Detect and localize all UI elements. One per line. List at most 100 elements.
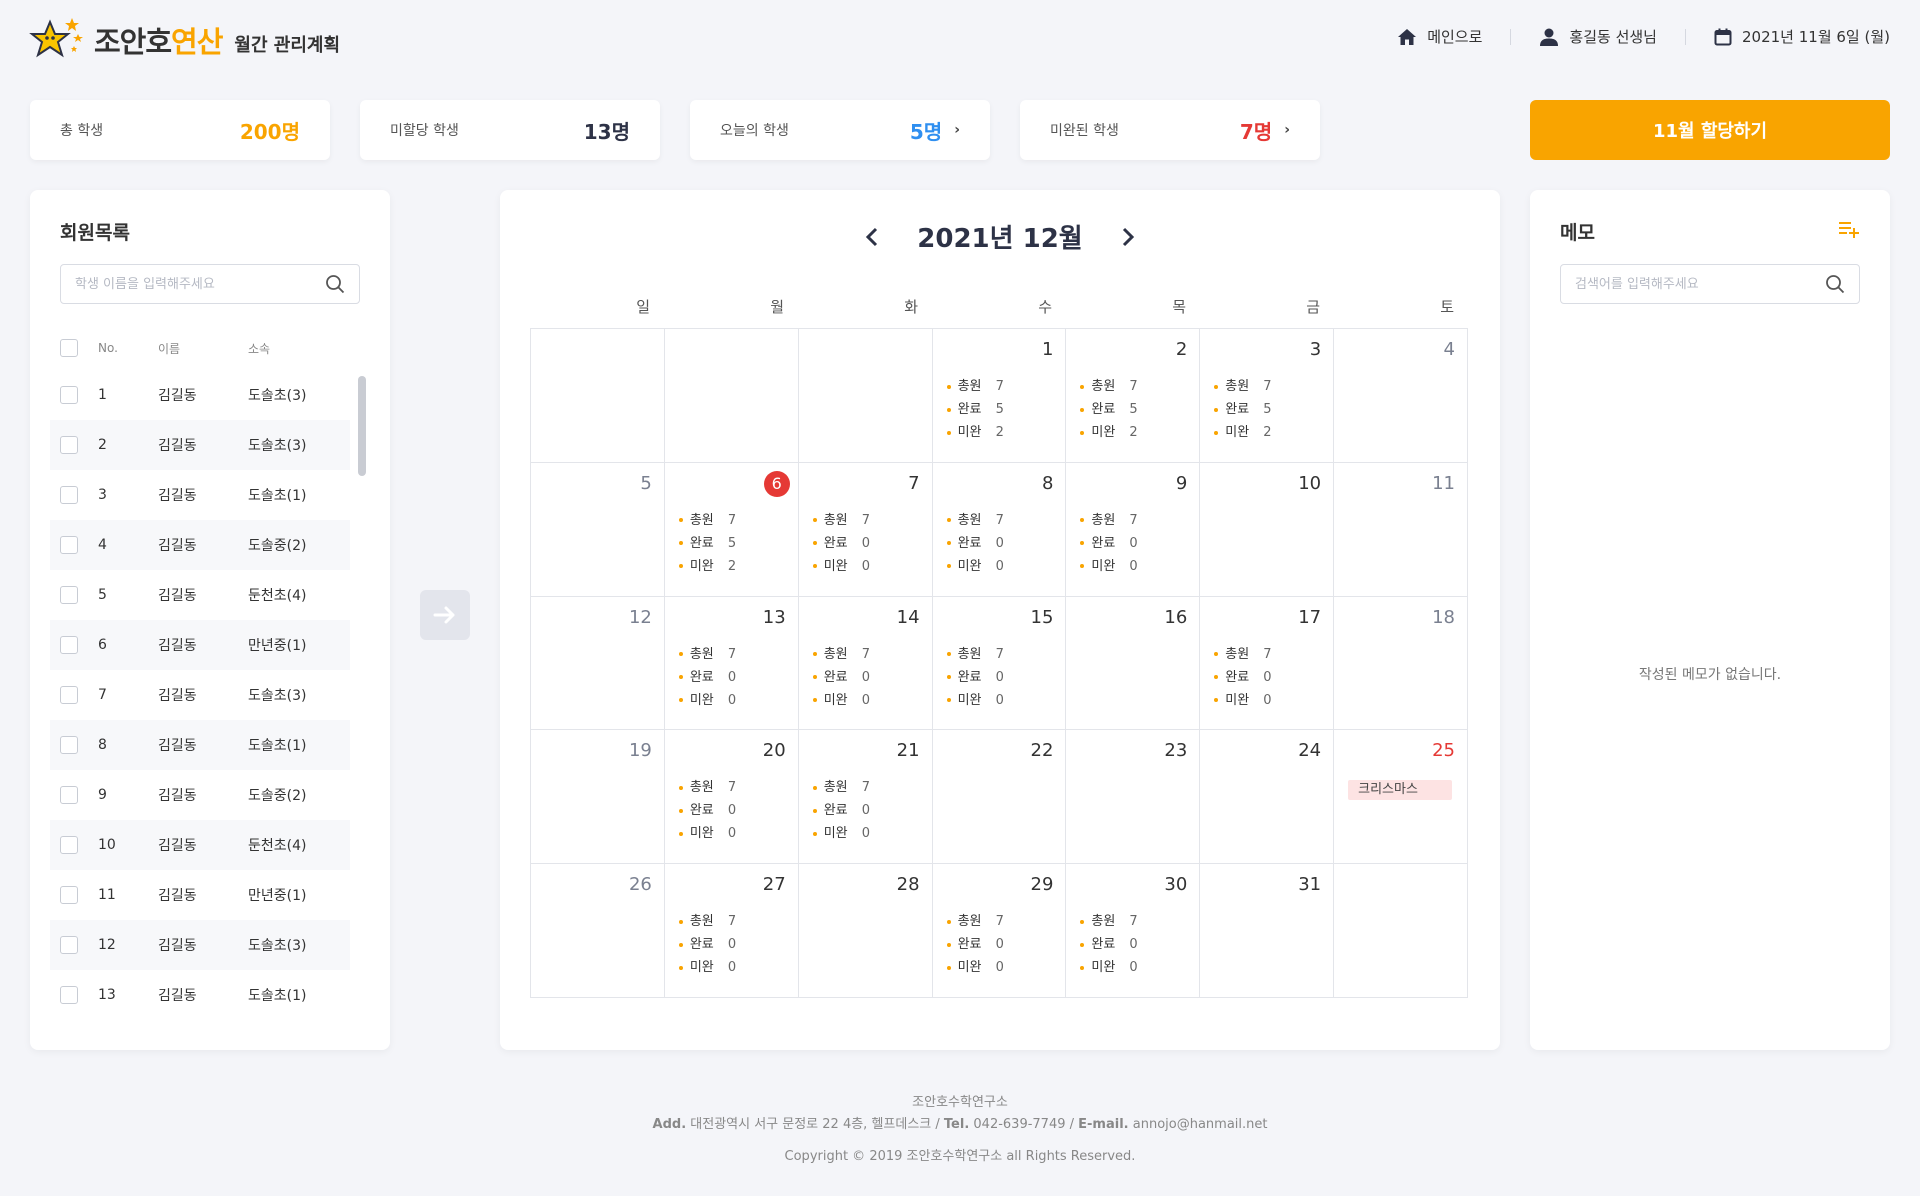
day-stat-value: 0 xyxy=(727,669,737,685)
nav-date-label: 2021년 11월 6일 (월) xyxy=(1741,28,1890,46)
holiday-event[interactable]: 크리스마스 xyxy=(1348,780,1453,801)
calendar-day[interactable]: 21 총원 7 완료 0 미완 0 xyxy=(798,730,933,865)
calendar-day[interactable]: 1 총원 7 완료 5 미완 2 xyxy=(932,329,1067,463)
table-row[interactable]: 13 김길동 도솔초(1) xyxy=(50,970,350,1020)
search-icon[interactable] xyxy=(1825,274,1845,294)
member-list-scrollbar[interactable] xyxy=(358,376,366,476)
calendar-day[interactable]: 10 xyxy=(1200,462,1335,597)
calendar-day[interactable]: 30 총원 7 완료 0 미완 0 xyxy=(1066,864,1201,998)
chevron-right-icon: › xyxy=(1284,122,1290,138)
table-row[interactable]: 1 김길동 도솔초(3) xyxy=(50,370,350,420)
calendar-day[interactable]: 29 총원 7 완료 0 미완 0 xyxy=(932,864,1067,998)
row-checkbox[interactable] xyxy=(60,936,78,954)
nav-home-link[interactable]: 메인으로 xyxy=(1397,26,1482,47)
search-icon[interactable] xyxy=(325,274,345,294)
calendar-month-title: 2021년 12월 xyxy=(917,224,1083,254)
calendar-day[interactable]: 9 총원 7 완료 0 미완 0 xyxy=(1066,462,1201,597)
day-number: 1 xyxy=(1041,339,1054,360)
calendar-day[interactable]: 5 xyxy=(531,462,665,597)
calendar-day[interactable]: 15 총원 7 완료 0 미완 0 xyxy=(932,596,1067,731)
calendar-day[interactable]: 26 xyxy=(531,864,665,998)
day-stat-label: 미완 xyxy=(689,826,714,842)
calendar-day[interactable]: 31 xyxy=(1200,864,1335,998)
row-name: 김길동 xyxy=(158,688,197,704)
chevron-left-icon xyxy=(866,227,878,246)
member-search-input[interactable] xyxy=(75,276,325,292)
table-row[interactable]: 9 김길동 도솔중(2) xyxy=(50,770,350,820)
table-row[interactable]: 7 김길동 도솔초(3) xyxy=(50,670,350,720)
stat-today-students[interactable]: 오늘의 학생 5명 › xyxy=(690,100,990,160)
calendar-day[interactable]: 16 xyxy=(1066,596,1201,731)
select-all-checkbox[interactable] xyxy=(60,339,78,357)
table-row[interactable]: 3 김길동 도솔초(1) xyxy=(50,470,350,520)
row-checkbox[interactable] xyxy=(60,386,78,404)
day-stat-label: 총원 xyxy=(689,780,714,796)
calendar-day[interactable]: 11 xyxy=(1334,462,1468,597)
calendar-day[interactable]: 4 xyxy=(1334,329,1468,463)
calendar-day[interactable]: 8 총원 7 완료 0 미완 0 xyxy=(932,462,1067,597)
bullet-dot-icon xyxy=(1214,698,1219,703)
row-checkbox[interactable] xyxy=(60,836,78,854)
memo-search-input[interactable] xyxy=(1575,276,1825,292)
day-stat-row: 완료 0 xyxy=(678,799,736,822)
table-row[interactable]: 5 김길동 둔천초(4) xyxy=(50,570,350,620)
bullet-dot-icon xyxy=(1080,407,1085,412)
calendar-day[interactable]: 7 총원 7 완료 0 미완 0 xyxy=(798,462,933,597)
row-checkbox[interactable] xyxy=(60,686,78,704)
table-row[interactable]: 8 김길동 도솔초(1) xyxy=(50,720,350,770)
calendar-day[interactable]: 13 총원 7 완료 0 미완 0 xyxy=(664,596,799,731)
footer-email[interactable]: annojo@hanmail.net xyxy=(1133,1117,1268,1132)
table-row[interactable]: 6 김길동 만년중(1) xyxy=(50,620,350,670)
move-to-calendar-button[interactable] xyxy=(420,590,470,640)
row-checkbox[interactable] xyxy=(60,436,78,454)
calendar-day[interactable]: 20 총원 7 완료 0 미완 0 xyxy=(664,730,799,865)
nav-user[interactable]: 홍길동 선생님 xyxy=(1539,26,1657,47)
row-checkbox[interactable] xyxy=(60,536,78,554)
day-stat-row: 미완 0 xyxy=(1080,555,1138,578)
table-row[interactable]: 2 김길동 도솔초(3) xyxy=(50,420,350,470)
prev-month-button[interactable] xyxy=(859,224,885,250)
bullet-dot-icon xyxy=(946,564,951,569)
calendar-day[interactable]: 23 xyxy=(1066,730,1201,865)
stat-value: 13명 xyxy=(583,119,630,144)
calendar-day[interactable]: 27 총원 7 완료 0 미완 0 xyxy=(664,864,799,998)
row-checkbox[interactable] xyxy=(60,636,78,654)
table-row[interactable]: 12 김길동 도솔초(3) xyxy=(50,920,350,970)
calendar-day[interactable]: 19 xyxy=(531,730,665,865)
stat-incomplete-students[interactable]: 미완된 학생 7명 › xyxy=(1020,100,1320,160)
calendar-day[interactable]: 25 크리스마스 xyxy=(1334,730,1468,865)
arrow-right-icon xyxy=(433,606,455,624)
row-checkbox[interactable] xyxy=(60,586,78,604)
row-checkbox[interactable] xyxy=(60,886,78,904)
row-no: 11 xyxy=(98,887,116,903)
calendar-day[interactable]: 14 총원 7 완료 0 미완 0 xyxy=(798,596,933,731)
calendar-day[interactable]: 17 총원 7 완료 0 미완 0 xyxy=(1200,596,1335,731)
row-name: 김길동 xyxy=(158,988,197,1004)
bullet-dot-icon xyxy=(812,652,817,657)
row-checkbox[interactable] xyxy=(60,736,78,754)
day-stat-label: 총원 xyxy=(957,379,982,394)
row-checkbox[interactable] xyxy=(60,786,78,804)
table-row[interactable]: 11 김길동 만년중(1) xyxy=(50,870,350,920)
calendar-day[interactable]: 28 xyxy=(798,864,933,998)
calendar-day[interactable]: 2 총원 7 완료 5 미완 2 xyxy=(1066,329,1201,463)
row-checkbox[interactable] xyxy=(60,986,78,1004)
calendar-day[interactable]: 18 xyxy=(1334,596,1468,731)
logo[interactable]: 조안호연산 월간 관리계획 xyxy=(28,16,340,64)
row-checkbox[interactable] xyxy=(60,486,78,504)
calendar-day[interactable]: 22 xyxy=(932,730,1067,865)
calendar-day[interactable]: 12 xyxy=(531,596,665,731)
table-row[interactable]: 10 김길동 둔천초(4) xyxy=(50,820,350,870)
add-memo-button[interactable] xyxy=(1838,220,1860,242)
next-month-button[interactable] xyxy=(1115,224,1141,250)
bullet-dot-icon xyxy=(946,541,951,546)
table-row[interactable]: 4 김길동 도솔중(2) xyxy=(50,520,350,570)
day-stat-label: 총원 xyxy=(957,646,982,662)
day-stat-label: 총원 xyxy=(1091,379,1116,394)
calendar-day[interactable]: 24 xyxy=(1200,730,1335,865)
assign-month-button[interactable]: 11월 할당하기 xyxy=(1530,100,1890,160)
calendar-day[interactable]: 3 총원 7 완료 5 미완 2 xyxy=(1200,329,1335,463)
day-number: 23 xyxy=(1164,740,1188,762)
calendar-empty-cell xyxy=(664,329,799,463)
calendar-day[interactable]: 6 총원 7 완료 5 미완 2 xyxy=(664,462,799,597)
